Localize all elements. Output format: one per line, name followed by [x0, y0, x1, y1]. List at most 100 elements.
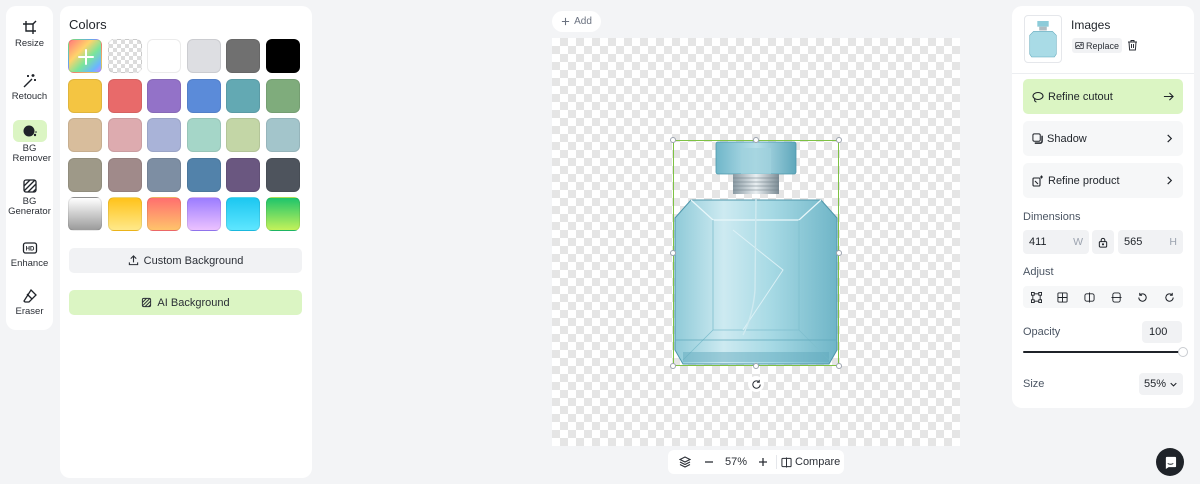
compare-button[interactable]: Compare — [781, 456, 840, 468]
tool-bg-generator[interactable]: BG Generator — [6, 178, 53, 217]
trash-icon[interactable] — [1127, 39, 1138, 51]
resize-handle-top[interactable] — [753, 137, 759, 143]
color-swatch[interactable] — [147, 78, 181, 113]
ai-background-label: AI Background — [157, 296, 230, 309]
color-swatch[interactable] — [226, 78, 260, 113]
resize-handle-tr[interactable] — [836, 137, 842, 143]
color-swatch[interactable] — [186, 118, 221, 152]
grid-icon[interactable] — [1057, 291, 1069, 303]
tool-label: BG Generator — [8, 196, 51, 217]
width-value: 411 — [1029, 236, 1047, 248]
color-swatch[interactable] — [186, 157, 221, 192]
color-swatch-transparent[interactable] — [107, 39, 142, 73]
size-label: Size — [1023, 378, 1045, 390]
add-color-button[interactable] — [68, 39, 102, 73]
lasso-icon — [1032, 91, 1044, 103]
color-swatch[interactable] — [265, 118, 300, 152]
refine-cutout-button[interactable]: Refine cutout — [1023, 79, 1183, 114]
color-swatch[interactable] — [107, 78, 142, 113]
color-swatch[interactable] — [147, 157, 181, 192]
resize-handle-br[interactable] — [836, 363, 842, 369]
color-swatch-grad-purple[interactable] — [186, 197, 221, 231]
properties-panel: Images Replace Refine cutout Shadow Refi… — [1012, 6, 1194, 408]
color-swatch[interactable] — [147, 39, 181, 73]
shadow-button[interactable]: Shadow — [1023, 121, 1183, 156]
chevron-down-icon — [1170, 382, 1177, 387]
lock-icon — [1098, 237, 1108, 248]
image-thumbnail[interactable] — [1024, 15, 1062, 63]
panel-title: Colors — [69, 17, 107, 32]
size-select[interactable]: 55% — [1139, 373, 1183, 395]
chat-icon — [1165, 456, 1176, 469]
size-value: 55% — [1144, 378, 1167, 390]
opacity-input[interactable]: 100 — [1142, 321, 1182, 343]
resize-handle-tl[interactable] — [670, 137, 676, 143]
color-swatch[interactable] — [107, 118, 142, 152]
add-button[interactable]: Add — [552, 11, 601, 32]
zoom-out-button[interactable] — [702, 457, 716, 467]
color-swatch[interactable] — [186, 39, 221, 73]
opacity-slider-track[interactable] — [1023, 351, 1181, 353]
tool-label: Enhance — [10, 258, 49, 269]
color-swatch-grad-yellow[interactable] — [107, 197, 142, 231]
flip-horizontal-icon[interactable] — [1084, 291, 1095, 303]
color-swatch-grad-red[interactable] — [147, 197, 181, 231]
color-swatch[interactable] — [68, 118, 102, 152]
crop-icon — [22, 20, 36, 34]
minus-icon — [705, 461, 713, 463]
rotate-right-icon[interactable] — [1164, 292, 1175, 303]
resize-handle-bl[interactable] — [670, 363, 676, 369]
tool-enhance[interactable]: HD Enhance — [6, 240, 53, 269]
replace-button[interactable]: Replace — [1072, 38, 1123, 53]
resize-handle-left[interactable] — [670, 250, 676, 256]
plus-icon — [759, 458, 767, 466]
height-input[interactable]: 565 H — [1118, 230, 1183, 254]
color-swatch[interactable] — [68, 157, 102, 192]
color-swatch[interactable] — [107, 157, 142, 192]
opacity-slider-thumb[interactable] — [1178, 347, 1188, 357]
tool-bg-remover[interactable]: BG Remover — [6, 120, 53, 164]
flip-vertical-icon[interactable] — [1111, 291, 1122, 303]
color-swatch-grad-green[interactable] — [265, 197, 300, 231]
tool-eraser[interactable]: Eraser — [6, 288, 53, 317]
tool-resize[interactable]: Resize — [6, 20, 53, 49]
chevron-right-icon — [1167, 176, 1173, 185]
tool-label: Resize — [14, 38, 45, 49]
custom-background-button[interactable]: Custom Background — [69, 248, 302, 273]
color-swatch[interactable] — [226, 157, 260, 192]
plus-icon — [561, 17, 570, 26]
color-swatch[interactable] — [265, 157, 300, 192]
width-input[interactable]: 411 W — [1023, 230, 1089, 254]
resize-handle-bottom[interactable] — [753, 363, 759, 369]
hd-icon: HD — [22, 242, 37, 254]
rotate-icon — [751, 379, 761, 389]
swatch-grid — [68, 39, 300, 231]
transform-icon[interactable] — [1030, 291, 1042, 303]
compare-label: Compare — [795, 456, 841, 468]
color-swatch[interactable] — [265, 78, 300, 113]
aspect-lock-button[interactable] — [1092, 230, 1114, 254]
height-value: 565 — [1124, 236, 1143, 248]
color-swatch[interactable] — [147, 118, 181, 152]
color-swatch[interactable] — [186, 78, 221, 113]
selection-box[interactable] — [673, 140, 839, 366]
tool-retouch[interactable]: Retouch — [6, 73, 53, 102]
layers-button[interactable] — [668, 456, 702, 468]
ai-background-button[interactable]: AI Background — [69, 290, 302, 315]
color-swatch-grad-cyan[interactable] — [226, 197, 260, 231]
rotate-handle[interactable] — [748, 376, 764, 392]
color-swatch[interactable] — [226, 118, 260, 152]
color-swatch-grad-gray[interactable] — [68, 197, 102, 231]
color-swatch[interactable] — [226, 39, 260, 73]
zoom-in-button[interactable] — [756, 457, 770, 467]
opacity-label: Opacity — [1023, 326, 1061, 338]
chat-support-button[interactable] — [1156, 448, 1184, 476]
color-swatch[interactable] — [265, 39, 300, 73]
bg-remover-icon — [23, 125, 37, 137]
rotate-left-icon[interactable] — [1137, 292, 1148, 303]
replace-label: Replace — [1086, 40, 1120, 51]
resize-handle-right[interactable] — [836, 250, 842, 256]
color-swatch[interactable] — [68, 78, 102, 113]
magic-wand-icon — [23, 74, 36, 88]
refine-product-button[interactable]: Refine product — [1023, 163, 1183, 198]
